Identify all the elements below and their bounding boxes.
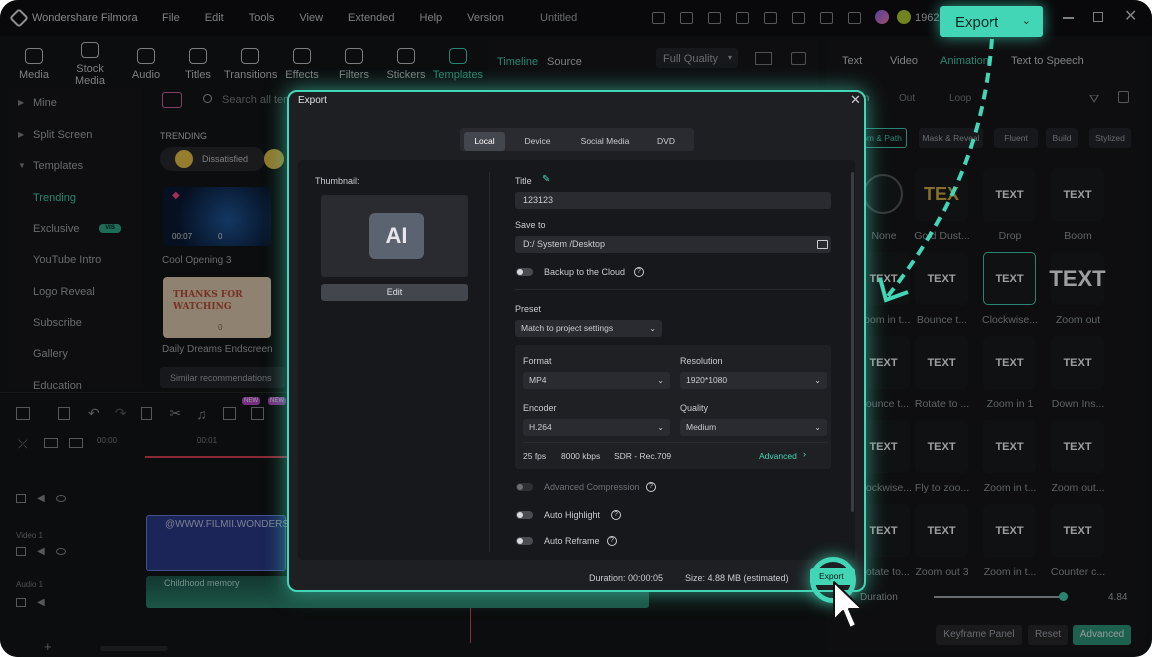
save-to-label: Save to bbox=[515, 220, 546, 230]
filmora-window: Wondershare Filmora File Edit Tools View… bbox=[0, 0, 1152, 657]
ai-thumbnail-icon: AI bbox=[369, 213, 424, 259]
folder-icon[interactable] bbox=[817, 240, 828, 249]
encoder-value: H.264 bbox=[529, 422, 552, 432]
ai-edit-icon[interactable]: ✎ bbox=[542, 174, 550, 185]
resolution-value: 1920*1080 bbox=[686, 375, 728, 385]
tab-dvd[interactable]: DVD bbox=[646, 132, 686, 151]
auto-highlight-toggle[interactable] bbox=[516, 511, 533, 519]
cursor-icon bbox=[833, 581, 863, 629]
bitrate-value: 8000 kbps bbox=[561, 451, 601, 461]
divider bbox=[489, 172, 490, 552]
auto-reframe-label: Auto Reframe bbox=[544, 536, 600, 546]
tab-device[interactable]: Device bbox=[515, 132, 560, 151]
chevron-down-icon: ⌄ bbox=[657, 376, 664, 385]
preset-select[interactable]: Match to project settings ⌄ bbox=[515, 320, 662, 337]
thumbnail-label: Thumbnail: bbox=[315, 176, 360, 186]
title-field[interactable]: 123123 bbox=[515, 192, 831, 209]
fps-value: 25 fps bbox=[523, 451, 547, 461]
format-value: MP4 bbox=[529, 375, 547, 385]
chevron-right-icon: › bbox=[803, 449, 806, 459]
guide-arrow bbox=[878, 21, 995, 303]
help-icon[interactable]: ? bbox=[634, 267, 644, 277]
export-dialog: Export ✕ Local Device Social Media DVD T… bbox=[287, 90, 866, 592]
export-tabs: Local Device Social Media DVD bbox=[460, 128, 694, 151]
duration-text: Duration: 00:00:05 bbox=[589, 573, 664, 583]
help-icon[interactable]: ? bbox=[607, 536, 617, 546]
scrollbar[interactable] bbox=[851, 172, 854, 512]
resolution-label: Resolution bbox=[680, 356, 723, 366]
thumbnail-preview: AI bbox=[321, 195, 468, 277]
format-select[interactable]: MP4 ⌄ bbox=[523, 372, 670, 389]
quality-select[interactable]: Medium ⌄ bbox=[680, 419, 827, 436]
size-text: Size: 4.88 MB (estimated) bbox=[685, 573, 789, 583]
title-label: Title bbox=[515, 176, 532, 186]
advanced-settings-link[interactable]: Advanced bbox=[759, 451, 797, 461]
export-settings-panel: Thumbnail: AI Edit Title ✎ 123123 Save t… bbox=[298, 160, 855, 560]
format-label: Format bbox=[523, 356, 552, 366]
close-icon[interactable]: ✕ bbox=[850, 92, 861, 108]
help-icon[interactable]: ? bbox=[611, 510, 621, 520]
encoder-label: Encoder bbox=[523, 403, 557, 413]
quality-label: Quality bbox=[680, 403, 709, 413]
auto-highlight-label: Auto Highlight bbox=[544, 510, 601, 520]
quality-value: Medium bbox=[686, 422, 717, 432]
auto-reframe-toggle[interactable] bbox=[516, 537, 533, 545]
backup-cloud-toggle[interactable] bbox=[516, 268, 533, 276]
dialog-title: Export bbox=[298, 95, 327, 106]
preset-value: Match to project settings bbox=[521, 323, 614, 333]
save-to-field[interactable]: D:/ System /Desktop bbox=[515, 236, 831, 253]
backup-label: Backup to the Cloud bbox=[544, 267, 626, 277]
help-icon[interactable]: ? bbox=[646, 482, 656, 492]
tab-social-media[interactable]: Social Media bbox=[569, 132, 641, 151]
chevron-down-icon: ⌄ bbox=[814, 423, 821, 432]
tab-local[interactable]: Local bbox=[464, 132, 505, 151]
advanced-compression-toggle[interactable] bbox=[516, 483, 533, 491]
advanced-compression-label: Advanced Compression bbox=[544, 482, 640, 492]
resolution-select[interactable]: 1920*1080 ⌄ bbox=[680, 372, 827, 389]
divider bbox=[515, 289, 831, 290]
edit-thumbnail-button[interactable]: Edit bbox=[321, 284, 468, 301]
divider bbox=[523, 442, 827, 443]
preset-label: Preset bbox=[515, 304, 542, 314]
encoder-select[interactable]: H.264 ⌄ bbox=[523, 419, 670, 436]
chevron-down-icon: ⌄ bbox=[657, 423, 664, 432]
chevron-down-icon: ⌄ bbox=[1021, 15, 1031, 27]
chevron-down-icon: ⌄ bbox=[814, 376, 821, 385]
chevron-down-icon: ⌄ bbox=[649, 324, 656, 333]
color-space-value: SDR - Rec.709 bbox=[614, 451, 672, 461]
